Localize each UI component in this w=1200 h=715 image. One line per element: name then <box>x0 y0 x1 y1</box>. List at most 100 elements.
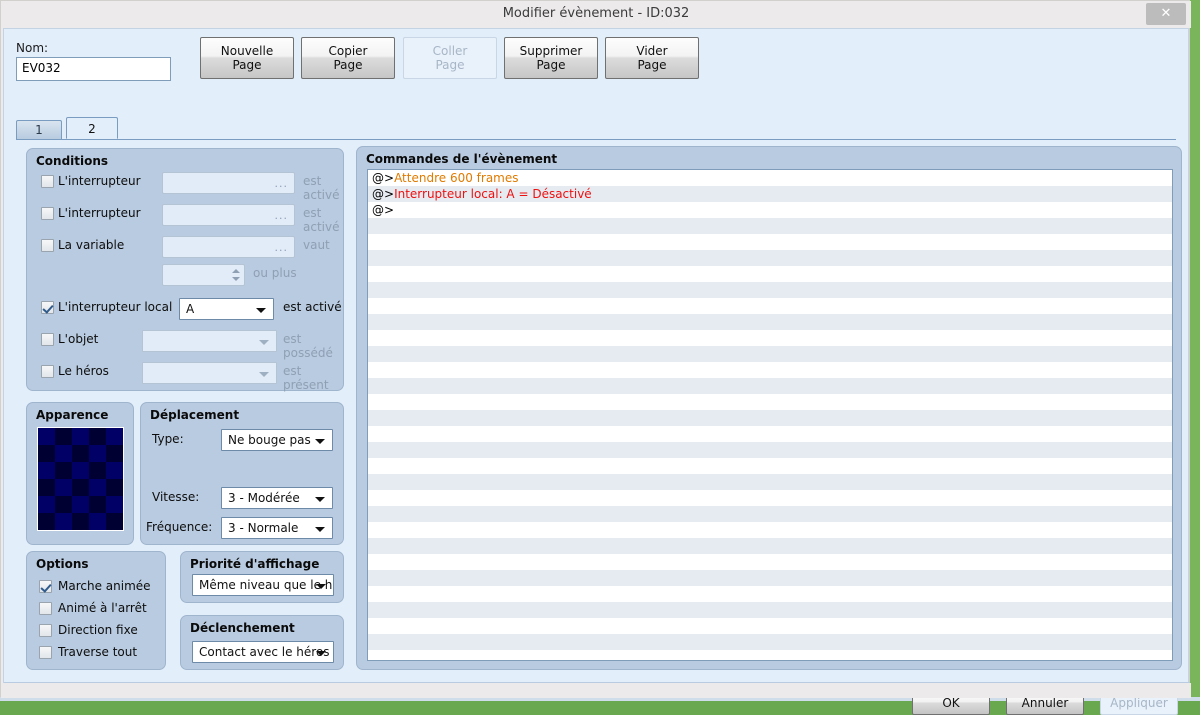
condition-checkbox-switch-1[interactable] <box>41 175 54 188</box>
conditions-group: Conditions L'interrupteur ... est activé… <box>26 148 344 391</box>
condition-checkbox-local-switch[interactable] <box>41 301 54 314</box>
command-row-empty[interactable] <box>368 442 1172 458</box>
delete-page-button[interactable]: Supprimer Page <box>504 37 598 79</box>
options-legend: Options <box>36 557 89 571</box>
local-switch-select-value: A <box>186 302 194 316</box>
movement-type-select[interactable]: Ne bouge pas <box>221 429 333 451</box>
command-row-empty[interactable] <box>368 346 1172 362</box>
movement-speed-value: 3 - Modérée <box>228 491 300 505</box>
option-label-through: Traverse tout <box>58 645 137 659</box>
command-row-empty[interactable] <box>368 282 1172 298</box>
command-row-empty[interactable] <box>368 506 1172 522</box>
condition-checkbox-switch-2[interactable] <box>41 207 54 220</box>
condition-field-switch-1[interactable]: ... <box>162 172 295 194</box>
command-row-empty[interactable] <box>368 522 1172 538</box>
title-bar: Modifier évènement - ID:032 ✕ <box>1 1 1191 28</box>
command-row-empty[interactable] <box>368 602 1172 618</box>
tab-underline <box>16 139 1176 140</box>
commands-list[interactable]: @>Attendre 600 frames@>Interrupteur loca… <box>367 169 1173 661</box>
movement-group: Déplacement Type: Ne bouge pas Trajectoi… <box>140 402 344 545</box>
copy-page-button[interactable]: Copier Page <box>301 37 395 79</box>
appearance-legend: Apparence <box>36 408 108 422</box>
command-row[interactable]: @>Attendre 600 frames <box>368 170 1172 186</box>
command-row-empty[interactable] <box>368 474 1172 490</box>
command-row[interactable]: @> <box>368 202 1172 218</box>
command-row-empty[interactable] <box>368 362 1172 378</box>
clear-page-button[interactable]: Vider Page <box>605 37 699 79</box>
trigger-select[interactable]: Contact avec le héros <box>192 641 334 663</box>
command-row-empty[interactable] <box>368 378 1172 394</box>
close-icon[interactable]: ✕ <box>1146 3 1186 25</box>
condition-field-switch-2[interactable]: ... <box>162 204 295 226</box>
command-row-empty[interactable] <box>368 426 1172 442</box>
condition-checkbox-variable[interactable] <box>41 239 54 252</box>
command-row-empty[interactable] <box>368 234 1172 250</box>
condition-row-local-switch: L'interrupteur local A est activé <box>27 297 345 319</box>
variable-value-stepper[interactable] <box>162 264 245 286</box>
condition-row-variable: La variable ... vaut <box>27 235 345 257</box>
command-prefix: @> <box>372 203 394 217</box>
movement-frequency-label: Fréquence: <box>146 520 212 534</box>
paste-page-button[interactable]: Coller Page <box>403 37 497 79</box>
command-row-empty[interactable] <box>368 266 1172 282</box>
object-select[interactable] <box>142 330 277 352</box>
command-row-empty[interactable] <box>368 554 1172 570</box>
command-row-empty[interactable] <box>368 458 1172 474</box>
command-text: Interrupteur local: A = Désactivé <box>394 187 592 201</box>
condition-row-variable-value: ou plus <box>27 263 345 285</box>
command-row-empty[interactable] <box>368 586 1172 602</box>
command-row-empty[interactable] <box>368 490 1172 506</box>
window-bottom-strip <box>1 683 1191 698</box>
condition-checkbox-hero[interactable] <box>41 365 54 378</box>
command-row-empty[interactable] <box>368 298 1172 314</box>
appearance-sprite-preview[interactable] <box>37 427 124 531</box>
spinner-icon[interactable] <box>230 267 241 283</box>
movement-frequency-value: 3 - Normale <box>228 521 298 535</box>
option-checkbox-fixed-direction[interactable] <box>39 624 52 637</box>
movement-speed-select[interactable]: 3 - Modérée <box>221 487 333 509</box>
condition-checkbox-object[interactable] <box>41 333 54 346</box>
trigger-value: Contact avec le héros <box>199 645 330 659</box>
condition-row-switch-1: L'interrupteur ... est activé <box>27 171 345 193</box>
condition-label-switch-2: L'interrupteur <box>58 206 141 220</box>
page-tabs: 1 2 <box>16 117 1176 140</box>
option-label-fixed-direction: Direction fixe <box>58 623 138 637</box>
priority-legend: Priorité d'affichage <box>190 557 319 571</box>
tab-page-1[interactable]: 1 <box>16 120 62 139</box>
command-row-empty[interactable] <box>368 634 1172 650</box>
command-row-empty[interactable] <box>368 538 1172 554</box>
condition-field-variable[interactable]: ... <box>162 236 295 258</box>
ellipsis-icon: ... <box>275 241 289 254</box>
name-input[interactable]: EV032 <box>16 57 171 81</box>
command-row-empty[interactable] <box>368 410 1172 426</box>
command-row[interactable]: @>Interrupteur local: A = Désactivé <box>368 186 1172 202</box>
option-checkbox-stop-animation[interactable] <box>39 602 52 615</box>
command-row-empty[interactable] <box>368 218 1172 234</box>
tab-page-2[interactable]: 2 <box>66 117 118 139</box>
command-row-empty[interactable] <box>368 250 1172 266</box>
command-row-empty[interactable] <box>368 394 1172 410</box>
command-row-empty[interactable] <box>368 618 1172 634</box>
command-row-empty[interactable] <box>368 570 1172 586</box>
priority-select[interactable]: Même niveau que le héros <box>192 574 334 596</box>
hero-select[interactable] <box>142 362 277 384</box>
command-row-empty[interactable] <box>368 650 1172 661</box>
condition-label-switch-1: L'interrupteur <box>58 174 141 188</box>
chevron-down-icon <box>259 340 269 345</box>
condition-suffix-switch-2: est activé <box>303 206 345 234</box>
movement-type-label: Type: <box>152 432 184 446</box>
option-checkbox-walk-animation[interactable] <box>39 580 52 593</box>
appearance-group: Apparence <box>26 402 134 545</box>
movement-type-value: Ne bouge pas <box>228 433 311 447</box>
command-row-empty[interactable] <box>368 330 1172 346</box>
command-prefix: @> <box>372 171 394 185</box>
chevron-down-icon <box>259 372 269 377</box>
new-page-button[interactable]: Nouvelle Page <box>200 37 294 79</box>
chevron-down-icon <box>256 308 266 313</box>
condition-label-object: L'objet <box>58 332 98 346</box>
condition-suffix-object: est possédé <box>283 332 345 360</box>
movement-frequency-select[interactable]: 3 - Normale <box>221 517 333 539</box>
local-switch-select[interactable]: A <box>179 298 274 320</box>
option-checkbox-through[interactable] <box>39 646 52 659</box>
command-row-empty[interactable] <box>368 314 1172 330</box>
